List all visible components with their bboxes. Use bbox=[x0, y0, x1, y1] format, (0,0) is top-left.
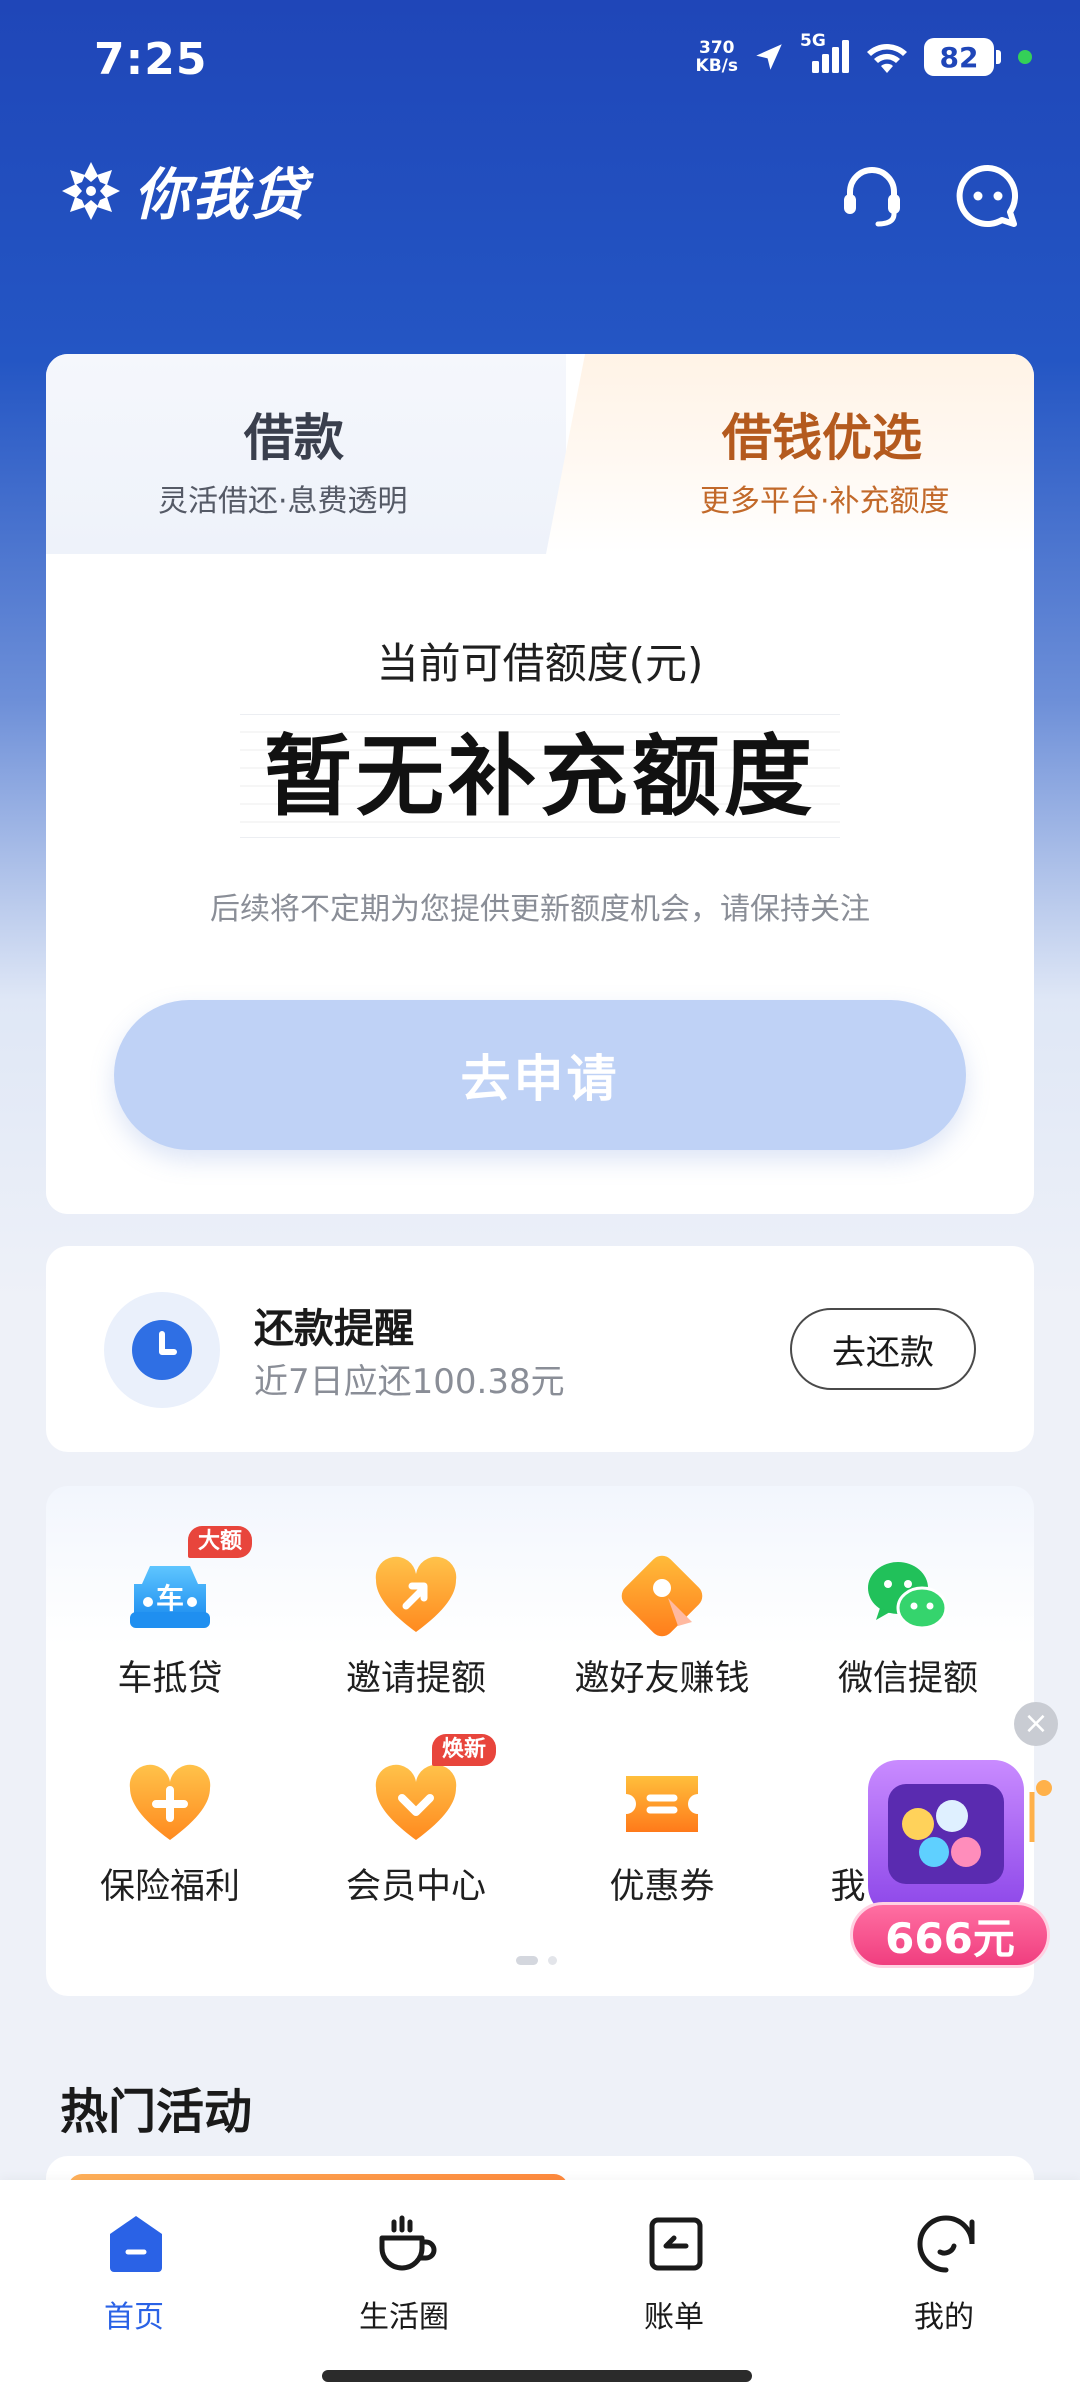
car-icon: 车 bbox=[130, 1566, 210, 1628]
home-icon bbox=[110, 2216, 162, 2272]
privacy-indicator-dot bbox=[1018, 50, 1032, 64]
service-item-car-loan[interactable]: 车 大额 车抵贷 bbox=[70, 1526, 270, 1699]
repayment-subtitle: 近7日应还100.38元 bbox=[254, 1362, 565, 1402]
network-speed-unit: KB/s bbox=[695, 56, 738, 76]
quota-value-box: 暂无补充额度 bbox=[240, 714, 840, 838]
nav-label: 首页 bbox=[104, 2300, 164, 2335]
gift-machine-icon bbox=[868, 1760, 1052, 1916]
repayment-title: 还款提醒 bbox=[254, 1306, 414, 1352]
coin-diamond-icon bbox=[621, 1555, 703, 1637]
customer-service-button[interactable] bbox=[836, 160, 908, 232]
app-name: 你我贷 bbox=[134, 163, 308, 228]
tab-selection-title: 借钱优选 bbox=[722, 408, 922, 467]
service-item-member-center[interactable]: 焕新 会员中心 bbox=[316, 1734, 516, 1907]
nav-item-bills[interactable]: 账单 bbox=[574, 2212, 774, 2352]
service-label: 保险福利 bbox=[99, 1867, 240, 1907]
network-speed: 370 KB/s bbox=[696, 39, 738, 75]
signal-icon: 5G bbox=[800, 31, 850, 75]
battery-icon: 82 bbox=[924, 38, 1001, 76]
wifi-icon bbox=[864, 39, 910, 75]
quota-panel: 当前可借额度(元) 暂无补充额度 后续将不定期为您提供更新额度机会，请保持关注 … bbox=[46, 554, 1034, 1214]
service-label: 车抵贷 bbox=[117, 1659, 223, 1699]
nav-item-me[interactable]: 我的 bbox=[844, 2212, 1044, 2352]
loan-card: 借款 灵活借还·息费透明 借钱优选 更多平台·补充额度 当前可借额度(元) 暂无… bbox=[46, 354, 1034, 1214]
home-indicator bbox=[322, 2370, 752, 2382]
nav-label: 账单 bbox=[644, 2300, 704, 2335]
quota-label: 当前可借额度(元) bbox=[376, 639, 704, 688]
status-time: 7:25 bbox=[94, 34, 208, 85]
heart-arrow-icon bbox=[375, 1556, 457, 1632]
tab-selection-subtitle: 更多平台·补充额度 bbox=[700, 484, 950, 519]
tab-loan[interactable]: 借款 灵活借还·息费透明 bbox=[46, 354, 566, 554]
quota-note: 后续将不定期为您提供更新额度机会，请保持关注 bbox=[210, 892, 870, 927]
nav-label: 我的 bbox=[914, 2300, 974, 2335]
app-header: 你我贷 bbox=[0, 140, 1080, 240]
coupon-icon bbox=[626, 1776, 698, 1832]
service-item-invite-earn[interactable]: 邀好友赚钱 bbox=[562, 1526, 762, 1699]
quota-value: 暂无补充额度 bbox=[263, 725, 816, 828]
close-icon: × bbox=[1023, 1706, 1049, 1741]
service-item-invite-raise[interactable]: 邀请提额 bbox=[316, 1526, 516, 1699]
heart-chevron-icon bbox=[375, 1764, 457, 1840]
chat-bubble-icon bbox=[956, 164, 1019, 227]
badge-large-amount: 大额 bbox=[188, 1526, 253, 1558]
app-logo: 你我贷 bbox=[58, 150, 308, 231]
tab-loan-subtitle: 灵活借还·息费透明 bbox=[158, 484, 408, 519]
svg-text:车: 车 bbox=[156, 1582, 184, 1615]
service-label: 会员中心 bbox=[345, 1867, 486, 1907]
message-button[interactable] bbox=[952, 160, 1024, 232]
clock-icon bbox=[132, 1320, 192, 1380]
wechat-icon bbox=[868, 1562, 948, 1630]
service-item-insurance[interactable]: 保险福利 bbox=[70, 1734, 270, 1907]
tab-loan-selection[interactable]: 借钱优选 更多平台·补充额度 bbox=[546, 354, 1034, 554]
headset-icon bbox=[844, 167, 900, 227]
status-icons: 370 KB/s 5G 82 bbox=[696, 31, 1032, 76]
network-type: 5G bbox=[800, 31, 826, 51]
hot-activities-title: 热门活动 bbox=[60, 2084, 253, 2140]
promo-amount: 666元 bbox=[850, 1902, 1050, 1968]
service-label: 邀请提额 bbox=[345, 1659, 486, 1699]
badge-renewed: 焕新 bbox=[432, 1734, 497, 1766]
nav-label: 生活圈 bbox=[359, 2300, 449, 2335]
profile-icon bbox=[917, 2215, 975, 2273]
nav-item-life-circle[interactable]: 生活圈 bbox=[304, 2212, 504, 2352]
grid-pager bbox=[516, 1956, 557, 1965]
pager-dot bbox=[548, 1956, 557, 1965]
floating-promo-widget[interactable]: 666元 bbox=[848, 1752, 1054, 1972]
nav-item-home[interactable]: 首页 bbox=[34, 2212, 234, 2352]
status-bar: 7:25 370 KB/s 5G 82 bbox=[0, 0, 1080, 120]
repayment-reminder-card[interactable]: 还款提醒 近7日应还100.38元 去还款 bbox=[46, 1246, 1034, 1452]
bottom-nav: 首页 生活圈 账单 我的 bbox=[0, 2180, 1080, 2400]
service-label: 邀好友赚钱 bbox=[574, 1659, 750, 1699]
promo-close-button[interactable]: × bbox=[1014, 1702, 1058, 1746]
network-speed-value: 370 bbox=[699, 38, 735, 58]
pager-dot-active bbox=[516, 1956, 538, 1965]
bill-icon bbox=[649, 2217, 703, 2271]
service-label: 微信提额 bbox=[837, 1659, 978, 1699]
service-item-wechat-raise[interactable]: 微信提额 bbox=[808, 1526, 1008, 1699]
repay-button[interactable]: 去还款 bbox=[790, 1308, 976, 1390]
apply-button[interactable]: 去申请 bbox=[114, 1000, 966, 1150]
logo-mark-icon bbox=[62, 161, 120, 220]
location-arrow-icon bbox=[752, 40, 786, 74]
tab-loan-title: 借款 bbox=[244, 408, 344, 467]
clock-icon-container bbox=[104, 1292, 220, 1408]
heart-plus-icon bbox=[129, 1764, 211, 1840]
coffee-cup-icon bbox=[379, 2215, 437, 2271]
